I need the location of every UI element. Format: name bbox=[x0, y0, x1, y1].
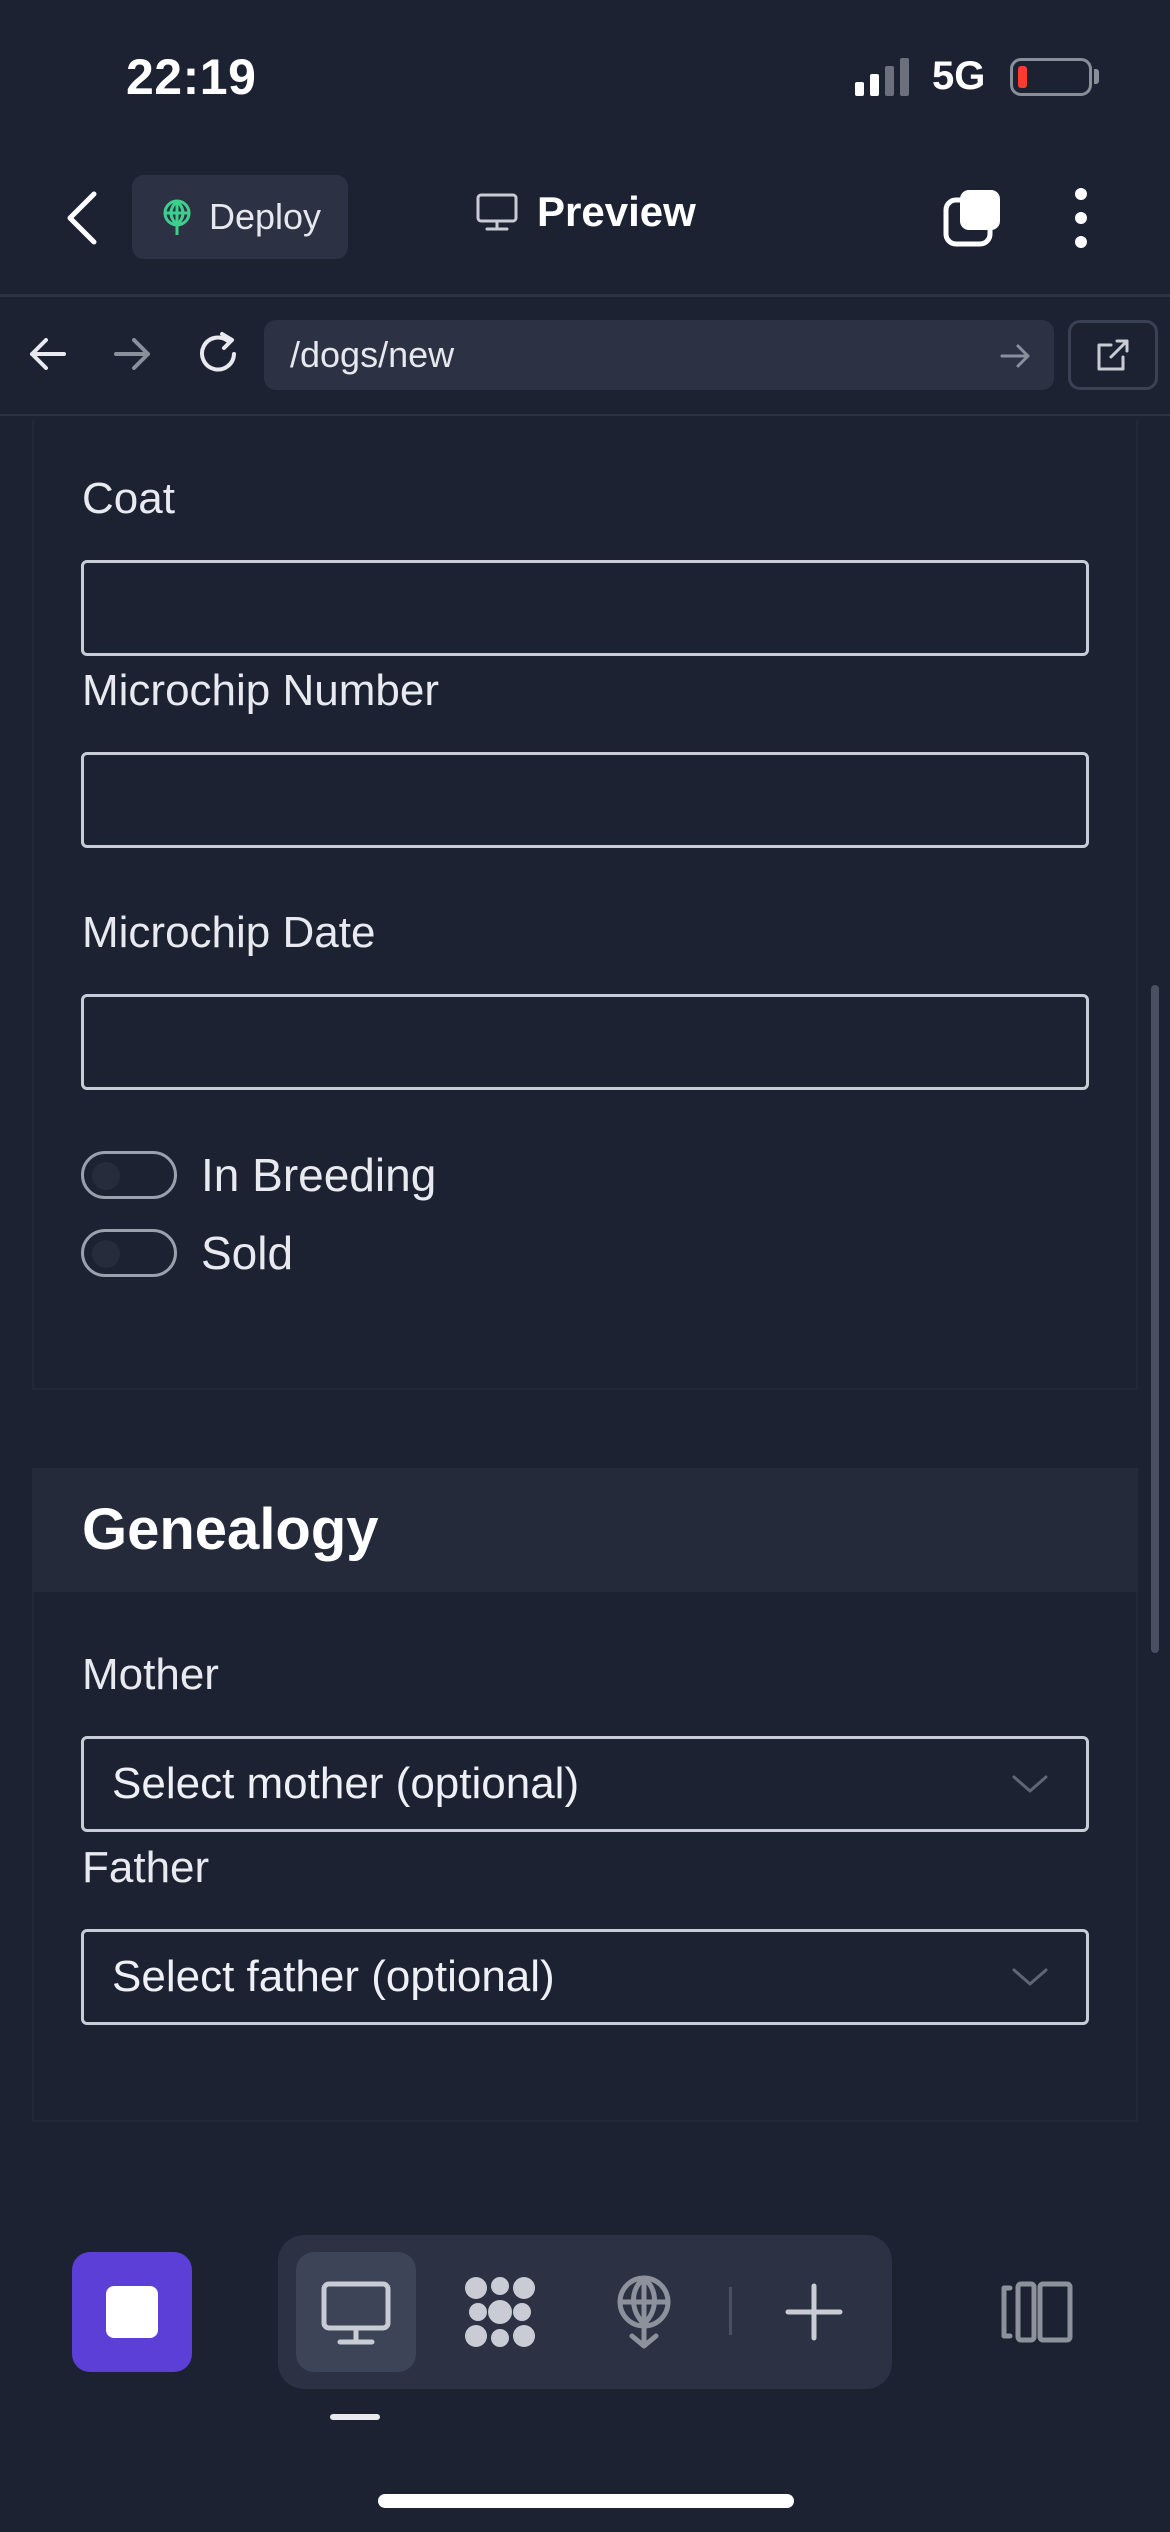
monitor-icon bbox=[476, 193, 518, 231]
mother-select[interactable]: Select mother (optional) bbox=[81, 1736, 1089, 1832]
genealogy-title: Genealogy bbox=[82, 1497, 379, 1562]
stop-icon bbox=[106, 2286, 158, 2338]
dock-separator bbox=[729, 2287, 732, 2335]
deploy-label: Deploy bbox=[208, 196, 322, 237]
deploy-icon bbox=[163, 199, 191, 235]
external-link-icon bbox=[1097, 339, 1129, 371]
open-external-button[interactable] bbox=[1068, 320, 1158, 390]
active-tab-indicator bbox=[330, 2414, 380, 2420]
sold-toggle[interactable] bbox=[81, 1229, 177, 1277]
more-vertical-icon[interactable] bbox=[1066, 186, 1096, 250]
chevron-down-icon bbox=[1012, 1968, 1048, 1986]
scrollbar[interactable] bbox=[1151, 985, 1159, 1653]
sold-label: Sold bbox=[201, 1227, 294, 1279]
panel-icon[interactable] bbox=[1000, 2276, 1076, 2348]
preview-label: Preview bbox=[537, 188, 696, 235]
reload-icon[interactable] bbox=[192, 328, 244, 380]
url-text[interactable]: /dogs/new bbox=[290, 334, 454, 376]
preview-tab[interactable]: Preview bbox=[475, 188, 696, 236]
network-type: 5G bbox=[932, 54, 986, 98]
divider bbox=[0, 414, 1170, 416]
arrow-right-icon[interactable] bbox=[108, 330, 156, 378]
deploy-icon[interactable] bbox=[604, 2270, 684, 2350]
tabs-icon[interactable] bbox=[942, 188, 1004, 250]
microchip-number-label: Microchip Number bbox=[82, 666, 439, 715]
status-time: 22:19 bbox=[126, 49, 257, 105]
home-indicator[interactable] bbox=[378, 2494, 794, 2508]
microchip-date-input[interactable] bbox=[81, 994, 1089, 1090]
divider bbox=[0, 294, 1170, 297]
battery-icon bbox=[1010, 58, 1092, 96]
coat-input[interactable] bbox=[81, 560, 1089, 656]
chevron-left-icon[interactable] bbox=[58, 188, 108, 248]
father-select[interactable]: Select father (optional) bbox=[81, 1929, 1089, 2025]
arrow-left-icon[interactable] bbox=[24, 330, 72, 378]
mother-select-value: Select mother (optional) bbox=[112, 1759, 580, 1808]
monitor-icon bbox=[321, 2281, 391, 2345]
grid-icon[interactable] bbox=[460, 2272, 540, 2352]
go-arrow-icon[interactable] bbox=[998, 339, 1032, 373]
mother-label: Mother bbox=[82, 1650, 219, 1699]
father-select-value: Select father (optional) bbox=[112, 1952, 555, 2001]
father-label: Father bbox=[82, 1843, 210, 1892]
chevron-down-icon bbox=[1012, 1775, 1048, 1793]
stop-button[interactable] bbox=[72, 2252, 192, 2372]
in-breeding-label: In Breeding bbox=[201, 1149, 437, 1201]
battery-nub bbox=[1094, 69, 1099, 84]
plus-icon[interactable] bbox=[774, 2272, 854, 2352]
deploy-button[interactable]: Deploy bbox=[132, 175, 348, 259]
in-breeding-toggle[interactable] bbox=[81, 1151, 177, 1199]
microchip-number-input[interactable] bbox=[81, 752, 1089, 848]
signal-icon bbox=[855, 58, 909, 96]
coat-label: Coat bbox=[82, 474, 175, 523]
microchip-date-label: Microchip Date bbox=[82, 908, 376, 957]
